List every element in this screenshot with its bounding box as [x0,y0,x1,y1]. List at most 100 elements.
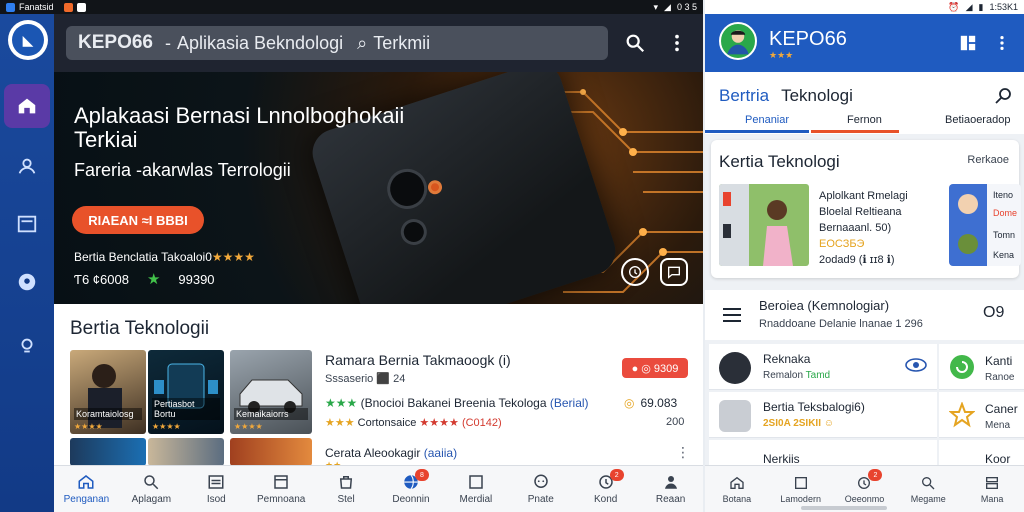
nav-item-2[interactable]: Aplagam [119,466,184,512]
nav-item-label: Reaan [655,494,686,505]
tab-heading-a[interactable]: Bertria [719,86,769,105]
list-item[interactable]: Reknaka Remalon Tamd [709,344,937,390]
rating-stars: ★★★ [769,50,794,60]
thumbnail-5[interactable] [148,438,224,466]
mini-label-4: Kena [993,250,1015,260]
tab-heading-b[interactable]: Teknologi [781,86,853,105]
rail-item-profile[interactable] [4,144,50,188]
thumbnail-6[interactable] [230,438,312,466]
side-item-subtitle: Mena [985,420,1011,431]
thumbnail-4[interactable] [70,438,146,466]
hero-subtitle: Fareria -akarwlas Terrologii [74,160,291,180]
grid-button[interactable] [957,32,979,54]
hero-cta-button[interactable]: RIAEAN ≈I BBBI [72,206,204,234]
nav-item-6[interactable]: Deonnin 8 [379,466,444,512]
hero-title: Aplakaasi Bernasi Lnnolboghokaii Terkiai [74,103,405,152]
card-text: Aplolkant Rmelagi Bloelal Reltieana Bern… [819,188,949,268]
toggle-icon[interactable]: O9 [983,304,1011,324]
signal-icon: ◢ [664,1,671,12]
side-item[interactable]: Kanti Ranoe [939,344,1024,390]
visibility-icon[interactable] [905,358,927,377]
nav-item-9[interactable]: Kond 2 [573,466,638,512]
bottom-nav: Penganan Aplagam Isod Pemnoana Stel Deonnin 8 M… [54,465,703,512]
nav-item-7[interactable]: Merdial [443,466,508,512]
rail-item-location[interactable] [4,260,50,304]
nav-item-1[interactable]: Penganan [54,466,119,512]
side-item-title: Koor [985,452,1011,466]
search-button[interactable] [622,30,648,56]
nav-item-4[interactable]: Pemnoana [249,466,314,512]
hero-banner[interactable]: Aplakaasi Bernasi Lnnolboghokaii Terkiai… [54,72,703,304]
news-meta: Sssaserio ⬛ 24 [325,373,406,385]
list-item[interactable]: Nerkiis [709,440,937,466]
news-title[interactable]: Ramara Bernia Takmaoogk (i) [325,352,511,368]
nav-item-3[interactable]: Isod [184,466,249,512]
tab-penaniar[interactable]: Penaniar [745,114,789,126]
list-header-subtitle: Rnaddoane Delanie lnanae 1 296 [759,318,923,330]
side-item[interactable]: Koor [939,440,1024,466]
card-image [719,184,809,266]
person-avatar-icon [727,30,749,55]
news-line-3: ★★★ Cortonsaice ★★★★ (C0142) [325,416,502,429]
thumbnail-1[interactable]: Koramtaiolosg ★★★★ [70,350,146,434]
list-item-subtitle: Remalon Tamd [763,370,830,381]
nav-item-8[interactable]: Pnate [508,466,573,512]
list-item-title: Bertia Teksbalogi6) [763,400,865,414]
refresh-icon [950,355,974,379]
tab-indicator-2 [811,130,899,133]
thumbnail-2[interactable]: Pertiasbot Bortu ★★★★ [148,350,224,434]
nav-item-5[interactable]: Mana [960,466,1024,512]
stack-icon [986,476,999,489]
app-logo[interactable]: ◣ [8,20,48,60]
tab-heading: Bertria Teknologi [719,86,853,106]
search-context: Aplikasia Bekndologi [176,32,344,53]
notification-badge: 8 [414,469,429,481]
more-options-icon[interactable]: ⋮ [676,444,690,461]
nav-item-1[interactable]: Botana [705,466,769,512]
tab-fernon[interactable]: Fernon [847,114,882,126]
hamburger-icon[interactable] [721,306,743,324]
timer-button[interactable] [621,258,649,286]
rail-item-news[interactable] [4,202,50,246]
nav-item-4[interactable]: Megame [896,466,960,512]
search-query: Terkmii [373,32,431,53]
featured-card[interactable]: Kertia Teknologi Rerkaoe Aplolkant Rmela… [711,140,1021,278]
avatar[interactable] [719,22,757,60]
tab-betiaoeradop[interactable]: Betiaoeradop [945,114,1010,126]
rail-item-home[interactable] [4,84,50,128]
search-button[interactable] [993,86,1013,106]
nav-item-10[interactable]: Reaan [638,466,703,512]
camera-flash [426,178,444,197]
list-item[interactable]: Bertia Teksbalogi6) 2SI0A 2SIKII ☺ [709,392,937,438]
square-icon [794,476,807,489]
more-menu-button[interactable] [664,30,690,56]
card-line-3: Bernaaanl. 50) [819,222,892,234]
bottom-nav: Botana Lamodern Oeeonmo 2 Megame Mana [705,465,1024,512]
folder-icon [719,400,751,432]
thumbnail-3[interactable]: Kemaikaiorrs ★★★★ [230,350,312,434]
comment-button[interactable] [660,258,688,286]
star-icon [949,402,975,428]
app-icon [6,2,15,12]
nav-item-label: Penganan [63,494,110,505]
news-price: ◎ 69.083 [624,396,677,410]
mini-card-stack[interactable]: Iteno Dome Tomn Kena [949,184,1021,266]
nav-item-label: Megame [910,493,946,504]
search-input[interactable]: KEPO66 - Aplikasia Bekndologi ⌕ Terkmii [66,26,608,60]
side-item[interactable]: Caner Mena [939,392,1024,438]
home-icon [18,98,36,114]
status-time: 1:53K1 [989,2,1018,12]
hero-stat-2: 99390 [178,271,215,287]
nav-item-5[interactable]: Stel [314,466,379,512]
list-header-title: Beroiea (Kemnologiar) [759,298,890,313]
thumbnail-caption: Koramtaiolosg [74,408,142,420]
news-badge[interactable]: ● ◎ 9309 [622,358,688,378]
home-icon [78,475,94,489]
rail-item-settings[interactable] [4,324,50,368]
card-more-link[interactable]: Rerkaoe [967,154,1009,166]
nav-item-label: Pnate [527,494,554,505]
nav-item-label: Isod [206,494,226,505]
thumbnail-rating: ★★★★ [74,422,103,431]
more-menu-button[interactable] [991,32,1013,54]
green-stars: ★★★ [325,396,358,410]
